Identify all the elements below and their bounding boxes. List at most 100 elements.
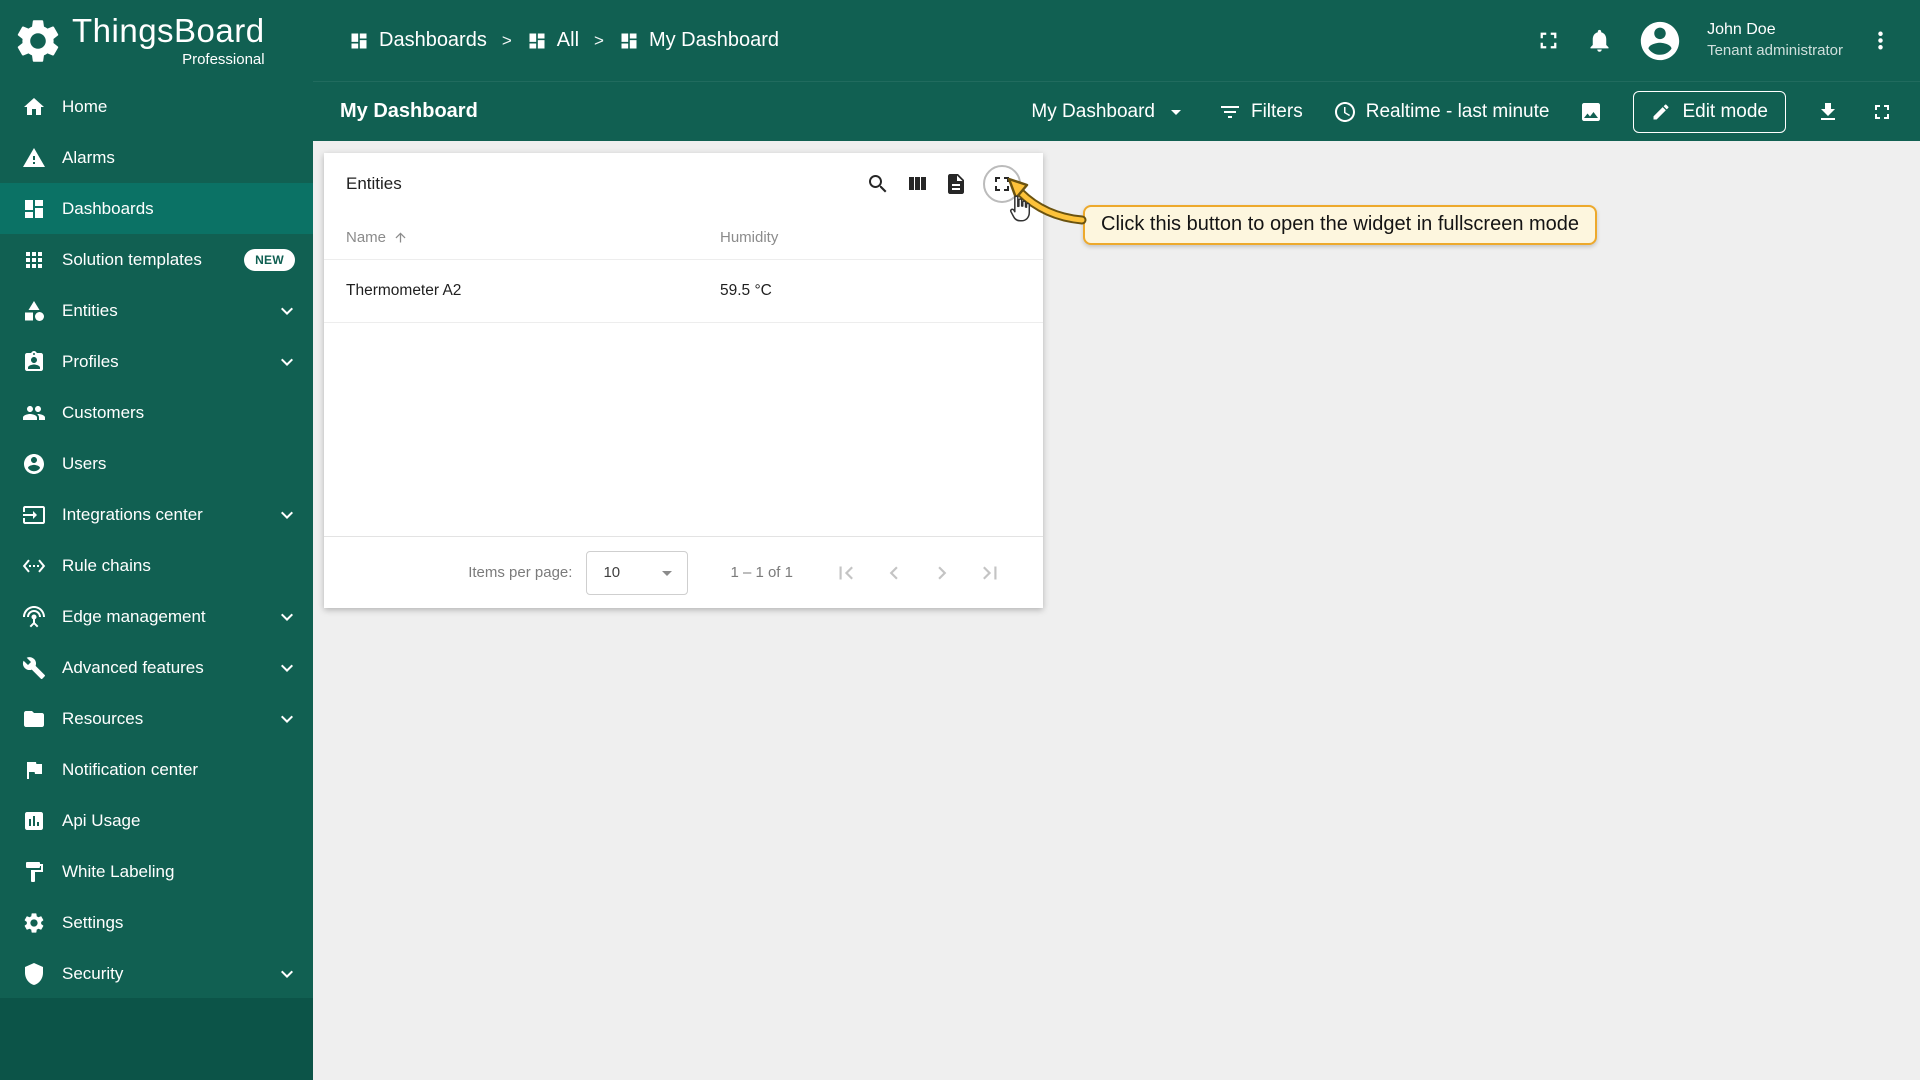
user-name: John Doe (1707, 21, 1776, 39)
image-gallery-button[interactable] (1579, 100, 1603, 124)
sidebar-item-resources[interactable]: Resources (0, 693, 313, 744)
sidebar-item-label: Home (62, 96, 108, 116)
cell-humidity: 59.5 °C (720, 282, 772, 299)
sidebar-item-label: Edge management (62, 606, 206, 626)
sidebar-item-white-labeling[interactable]: White Labeling (0, 846, 313, 897)
items-per-page-label: Items per page: (468, 564, 573, 581)
sidebar-item-dashboards[interactable]: Dashboards (0, 183, 313, 234)
chevron-down-icon (281, 613, 293, 621)
last-page-icon (983, 566, 997, 579)
breadcrumb-separator: > (501, 30, 512, 50)
more-menu-button[interactable] (1867, 27, 1894, 54)
breadcrumb-all[interactable]: All (527, 29, 579, 52)
filters-button[interactable]: Filters (1218, 100, 1303, 124)
column-header-name[interactable]: Name (346, 229, 720, 246)
widget-columns-button[interactable] (905, 172, 929, 196)
breadcrumb-my-dashboard[interactable]: My Dashboard (619, 29, 779, 52)
chevron-down-icon (281, 715, 293, 723)
edit-mode-label: Edit mode (1682, 100, 1768, 122)
app-edition: Professional (182, 50, 265, 68)
sidebar-item-api-usage[interactable]: Api Usage (0, 795, 313, 846)
bell-icon (1590, 29, 1609, 52)
thingsboard-logo[interactable]: ThingsBoard Professional (0, 0, 313, 81)
entities-widget: Entities Name Humidity Thermometer A2 59… (324, 153, 1043, 608)
columns-icon (909, 177, 926, 190)
user-avatar[interactable] (1637, 18, 1683, 64)
sidebar-item-label: Notification center (62, 759, 199, 779)
previous-page-button[interactable] (881, 560, 907, 586)
column-header-humidity[interactable]: Humidity (720, 229, 778, 246)
header-actions: John Doe Tenant administrator (1535, 18, 1894, 64)
breadcrumb-label: All (556, 29, 580, 51)
entities-icon (25, 300, 44, 321)
first-page-button[interactable] (833, 560, 859, 586)
dashboards-icon (351, 33, 367, 48)
apps-icon (26, 251, 42, 268)
pager (833, 560, 1003, 586)
people-icon (23, 405, 45, 420)
folder-icon (24, 710, 44, 727)
sidebar-item-alarms[interactable]: Alarms (0, 132, 313, 183)
page-size-select[interactable]: 10 (586, 550, 689, 595)
sidebar-item-label: White Labeling (62, 861, 175, 881)
sort-ascending-icon (393, 230, 408, 245)
timewindow-button[interactable]: Realtime - last minute (1333, 100, 1549, 124)
rule-chains-icon (22, 558, 46, 573)
sidebar-item-label: Security (62, 963, 124, 983)
sidebar-item-customers[interactable]: Customers (0, 387, 313, 438)
shield-icon (25, 962, 43, 985)
sidebar-item-home[interactable]: Home (0, 81, 313, 132)
dashboard-fullscreen-button[interactable] (1870, 100, 1894, 124)
sidebar-item-label: Settings (62, 912, 124, 932)
sidebar-item-label: Api Usage (62, 810, 141, 830)
widget-header: Entities (324, 153, 1043, 215)
widget-actions (866, 165, 1021, 203)
table-row[interactable]: Thermometer A2 59.5 °C (324, 259, 1043, 323)
clock-icon (1334, 101, 1355, 122)
table-empty-space (324, 323, 1043, 536)
sidebar-item-edge-management[interactable]: Edge management (0, 591, 313, 642)
sidebar-item-settings[interactable]: Settings (0, 897, 313, 948)
app-name: ThingsBoard (72, 11, 265, 49)
widget-pagination: Items per page: 10 1 – 1 of 1 (324, 536, 1043, 608)
widget-search-button[interactable] (866, 172, 890, 196)
next-page-button[interactable] (929, 560, 955, 586)
page-range: 1 – 1 of 1 (730, 564, 793, 581)
sidebar-item-label: Profiles (62, 351, 119, 371)
sidebar-item-solution-templates[interactable]: Solution templates NEW (0, 234, 313, 285)
account-circle-icon (1640, 21, 1680, 60)
user-info[interactable]: John Doe Tenant administrator (1707, 20, 1843, 60)
filter-icon (1220, 105, 1239, 118)
file-export-icon (948, 174, 964, 194)
edit-mode-button[interactable]: Edit mode (1633, 90, 1786, 133)
sidebar-item-users[interactable]: Users (0, 438, 313, 489)
sidebar-item-profiles[interactable]: Profiles (0, 336, 313, 387)
sidebar-item-entities[interactable]: Entities (0, 285, 313, 336)
last-page-button[interactable] (977, 560, 1003, 586)
sidebar-item-notification-center[interactable]: Notification center (0, 744, 313, 795)
search-icon (869, 175, 887, 193)
chart-icon (25, 811, 43, 830)
fullscreen-button[interactable] (1535, 27, 1562, 54)
tools-icon (22, 656, 45, 679)
sidebar: ThingsBoard Professional Home Alarms Das… (0, 0, 313, 1080)
sidebar-item-label: Dashboards (62, 198, 154, 218)
sidebar-item-integrations-center[interactable]: Integrations center (0, 489, 313, 540)
edge-icon (23, 605, 45, 627)
download-icon (1821, 102, 1835, 120)
sidebar-item-label: Resources (62, 708, 144, 728)
notifications-button[interactable] (1586, 27, 1613, 54)
image-icon (1582, 102, 1601, 121)
dashboard-toolbar-actions: My Dashboard Filters Realtime - last min… (1031, 90, 1894, 133)
dashboard-select[interactable]: My Dashboard (1031, 100, 1188, 124)
new-badge: NEW (244, 248, 295, 271)
export-dashboard-button[interactable] (1816, 100, 1840, 124)
sidebar-item-security[interactable]: Security (0, 948, 313, 999)
sidebar-menu: Home Alarms Dashboards Solution template… (0, 81, 313, 999)
breadcrumb-dashboards[interactable]: Dashboards (349, 29, 487, 52)
sidebar-item-rule-chains[interactable]: Rule chains (0, 540, 313, 591)
first-page-icon (839, 566, 853, 579)
sidebar-item-advanced-features[interactable]: Advanced features (0, 642, 313, 693)
widget-export-button[interactable] (944, 172, 968, 196)
warning-icon (23, 147, 45, 167)
